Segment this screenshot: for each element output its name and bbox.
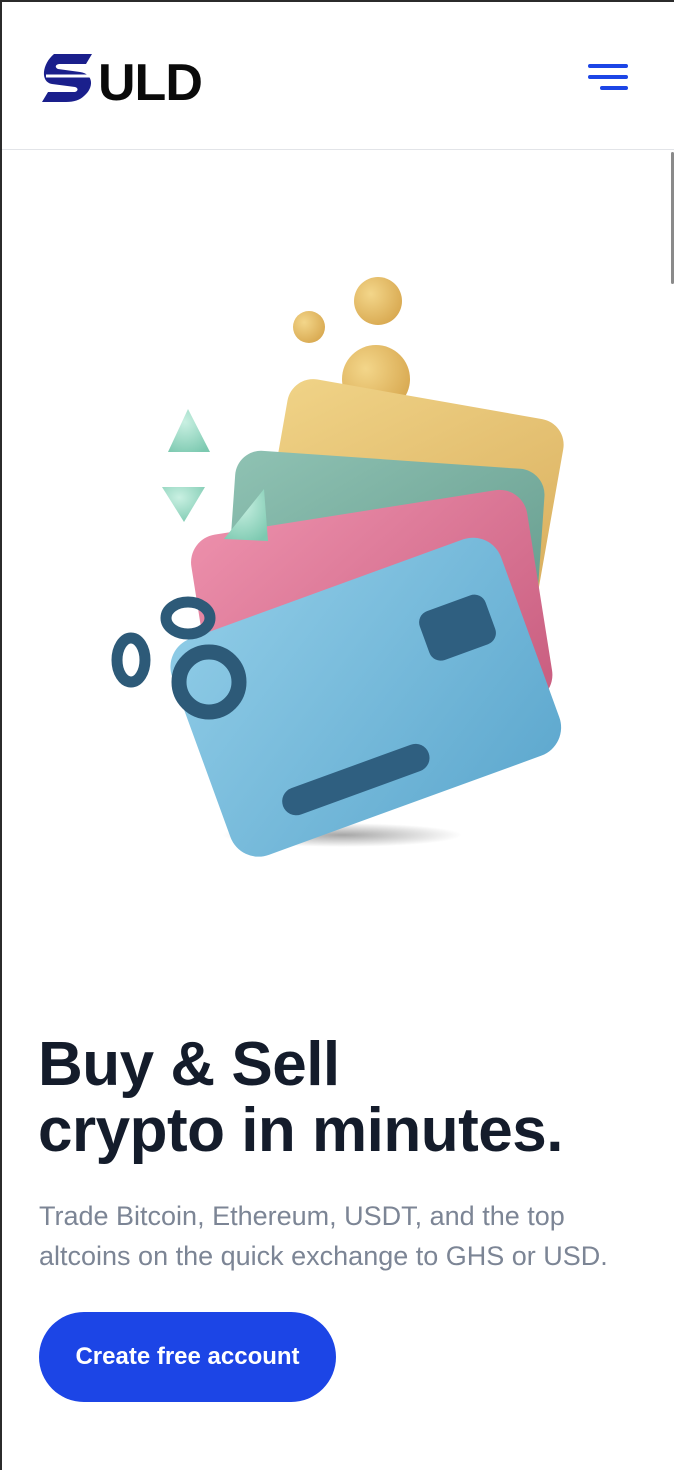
hero-headline-line-2: crypto in minutes.	[38, 1096, 563, 1165]
suld-logo[interactable]: ULD	[40, 52, 220, 112]
menu-icon-graphic	[588, 64, 628, 90]
stacked-payment-cards-illustration	[92, 257, 592, 867]
hero-headline: Buy & Sell crypto in minutes.	[38, 1032, 563, 1164]
hero-headline-line-1: Buy & Sell	[38, 1030, 340, 1099]
svg-text:ULD: ULD	[98, 54, 202, 104]
hamburger-menu-icon[interactable]	[582, 58, 634, 98]
logo-mark: ULD	[42, 54, 203, 112]
create-free-account-button[interactable]: Create free account	[39, 1312, 336, 1402]
cards-illustration-graphic	[111, 277, 564, 857]
hero-subtext: Trade Bitcoin, Ethereum, USDT, and the t…	[39, 1201, 608, 1271]
scrollbar[interactable]	[671, 152, 674, 284]
site-header: ULD	[2, 2, 674, 150]
page-frame: ULD Buy & Sell crypto in minutes. Trade …	[0, 0, 674, 1470]
